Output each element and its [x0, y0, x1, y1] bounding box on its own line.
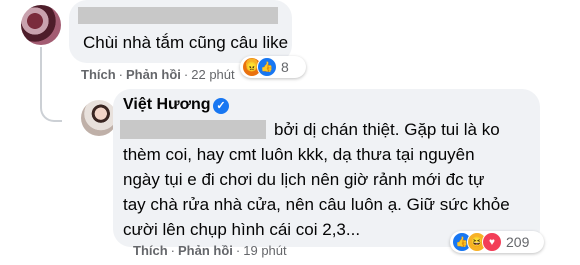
- reaction-count: 209: [506, 234, 530, 250]
- love-icon: ♥: [482, 232, 502, 252]
- reply-text: bởi dị chán thiệt. Gặp tui là ko thèm co…: [123, 117, 533, 242]
- redacted-username: [78, 7, 278, 24]
- reply-line: thèm coi, hay cmt luôn kkk, dạ thưa tại …: [123, 145, 475, 164]
- comment-actions: Thích · Phản hồi · 22 phút: [81, 67, 235, 82]
- like-link[interactable]: Thích: [133, 243, 168, 258]
- author-avatar[interactable]: [81, 100, 117, 136]
- reply-line: ngày tụi e đi chơi du lịch nên giờ rảnh …: [123, 170, 485, 189]
- reply-link[interactable]: Phản hồi: [126, 67, 181, 82]
- comment-text: Chùi nhà tắm cũng câu like: [83, 33, 289, 52]
- reaction-summary[interactable]: 👍 😆 ♥ 209: [450, 231, 544, 253]
- timestamp[interactable]: 22 phút: [191, 67, 234, 82]
- check-icon: ✓: [213, 98, 229, 114]
- like-icon: 👍: [257, 57, 277, 77]
- reply-line: tay chà rửa nhà cửa, nên câu luôn ạ. Giữ…: [123, 195, 510, 214]
- like-link[interactable]: Thích: [81, 67, 116, 82]
- reply-link[interactable]: Phản hồi: [178, 243, 233, 258]
- reaction-count: 8: [281, 59, 289, 75]
- author-name[interactable]: Việt Hương: [123, 96, 211, 114]
- reply-actions: Thích · Phản hồi · 19 phút: [133, 243, 287, 258]
- reaction-summary[interactable]: 😠 👍 8: [240, 56, 306, 78]
- commenter-avatar[interactable]: [21, 5, 61, 45]
- reply-line: bởi dị chán thiệt. Gặp tui là ko: [274, 120, 500, 139]
- timestamp[interactable]: 19 phút: [243, 243, 286, 258]
- thread-connector: [40, 47, 62, 122]
